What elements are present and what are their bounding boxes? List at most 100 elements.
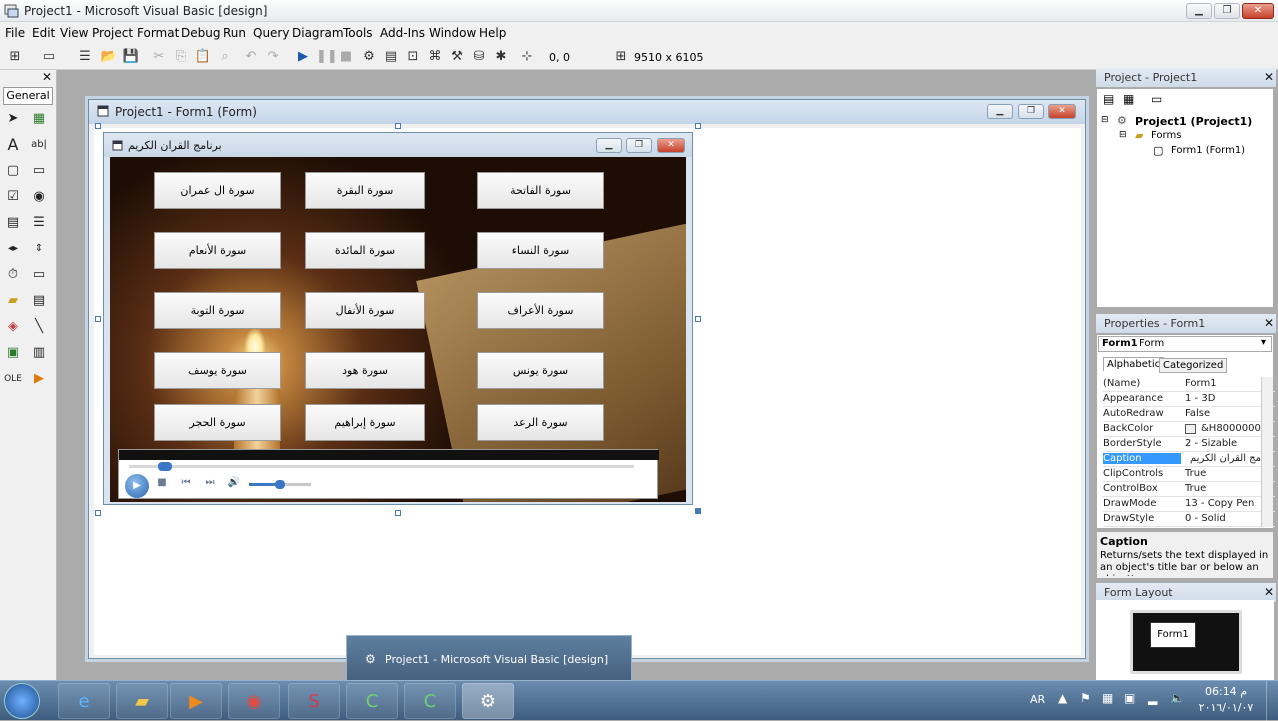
minimize-button[interactable]: ▁ [1186, 3, 1212, 19]
menu-editor-icon[interactable]: ☰ [76, 48, 94, 66]
volume-icon[interactable]: 🔊 [227, 476, 241, 490]
media-player[interactable]: ▶ ■ ⏮ ⏭ 🔊 [118, 449, 659, 499]
resize-handle[interactable] [395, 123, 401, 129]
start-button[interactable] [4, 683, 40, 719]
tab-alphabetic[interactable]: Alphabetic [1103, 357, 1165, 371]
ie-taskbar-icon[interactable]: e [58, 683, 110, 719]
property-row[interactable]: BorderStyle 2 - Sizable [1103, 437, 1275, 452]
property-row[interactable]: AutoRedraw False [1103, 407, 1275, 422]
image-tool-icon[interactable]: ▣ [2, 342, 24, 364]
menu-project[interactable]: Project [92, 26, 133, 40]
commandbutton-tool-icon[interactable]: ▭ [28, 160, 50, 182]
menu-add-ins[interactable]: Add-Ins [380, 26, 425, 40]
device-icon[interactable]: ▣ [1124, 691, 1135, 705]
hscrollbar-tool-icon[interactable]: ◂▸ [2, 238, 24, 260]
surah-button[interactable]: سورة الحجر [154, 404, 281, 441]
explorer-taskbar-icon[interactable]: ▰ [116, 683, 168, 719]
tab-categorized[interactable]: Categorized [1159, 358, 1228, 373]
timer-tool-icon[interactable]: ⏱ [2, 264, 24, 286]
tree-collapse-icon[interactable]: ⊟ [1101, 115, 1109, 125]
surah-button[interactable]: سورة الأنعام [154, 232, 281, 269]
menu-format[interactable]: Format [137, 26, 179, 40]
menu-view[interactable]: View [60, 26, 88, 40]
resize-handle[interactable] [695, 508, 701, 514]
next-icon[interactable]: ⏭ [203, 476, 217, 490]
volume-slider[interactable] [249, 480, 311, 489]
toolbox-close-icon[interactable]: ✕ [40, 70, 54, 84]
optionbutton-tool-icon[interactable]: ◉ [28, 186, 50, 208]
view-code-icon[interactable]: ▤ [1103, 92, 1114, 106]
layout-form1[interactable]: Form1 [1150, 622, 1196, 648]
seek-bar[interactable] [129, 462, 634, 471]
properties-scrollbar[interactable] [1261, 377, 1273, 527]
find-icon[interactable]: ⌕ [216, 48, 234, 66]
network-icon[interactable]: ▦ [1102, 691, 1113, 705]
close-button[interactable]: ✕ [1242, 3, 1274, 19]
listbox-tool-icon[interactable]: ☰ [28, 212, 50, 234]
redo-icon[interactable]: ↷ [264, 48, 282, 66]
property-row[interactable]: ControlBox True [1103, 482, 1275, 497]
dirlistbox-tool-icon[interactable]: ▰ [2, 290, 24, 312]
designer-minimize-button[interactable]: ▁ [987, 104, 1013, 119]
show-desktop-button[interactable] [1266, 681, 1278, 721]
action-center-icon[interactable]: ⚑ [1080, 691, 1091, 705]
surah-button[interactable]: سورة النساء [477, 232, 604, 269]
project-panel-close-icon[interactable]: ✕ [1262, 70, 1276, 84]
designer-restore-button[interactable]: ❐ [1018, 104, 1044, 119]
form-layout-icon[interactable]: ⊡ [404, 48, 422, 66]
form1-maximize-button[interactable]: ❐ [626, 138, 652, 153]
textbox-tool-icon[interactable]: ab| [28, 134, 50, 156]
add-form-icon[interactable]: ▭ [40, 48, 58, 66]
start-icon[interactable]: ▶ [294, 48, 312, 66]
resize-handle[interactable] [95, 510, 101, 516]
toolbox-tab-general[interactable]: General [3, 87, 53, 105]
view-object-icon[interactable]: ▦ [1123, 92, 1134, 106]
surah-button[interactable]: سورة إبراهيم [305, 404, 425, 441]
form-layout-close-icon[interactable]: ✕ [1262, 585, 1276, 599]
shape-tool-icon[interactable]: ◈ [2, 316, 24, 338]
surah-button[interactable]: سورة هود [305, 352, 425, 389]
combobox-tool-icon[interactable]: ▤ [2, 212, 24, 234]
checkbox-tool-icon[interactable]: ☑ [2, 186, 24, 208]
data-view-icon[interactable]: ⛁ [470, 48, 488, 66]
vb-taskbar-icon[interactable]: ⚙ [462, 683, 514, 719]
property-row[interactable]: ClipControls True [1103, 467, 1275, 482]
copy-icon[interactable]: ⎘ [172, 48, 190, 66]
media-taskbar-icon[interactable]: ▶ [170, 683, 222, 719]
surah-button[interactable]: سورة يونس [477, 352, 604, 389]
menu-help[interactable]: Help [479, 26, 506, 40]
pointer-icon[interactable]: ➤ [2, 108, 24, 130]
menu-tools[interactable]: Tools [343, 26, 373, 40]
surah-button[interactable]: سورة الرعد [477, 404, 604, 441]
object-browser-icon[interactable]: ⌘ [426, 48, 444, 66]
resize-handle[interactable] [695, 316, 701, 322]
stop-icon[interactable]: ■ [155, 476, 169, 490]
break-icon[interactable]: ❚❚ [316, 48, 338, 66]
menu-query[interactable]: Query [253, 26, 289, 40]
tree-forms-folder[interactable]: Forms [1151, 130, 1181, 141]
properties-window-icon[interactable]: ▤ [382, 48, 400, 66]
picturebox-icon[interactable]: ▦ [28, 108, 50, 130]
menu-edit[interactable]: Edit [32, 26, 55, 40]
tree-project-node[interactable]: Project1 (Project1) [1135, 115, 1252, 128]
surah-button[interactable]: سورة المائدة [305, 232, 425, 269]
form1-minimize-button[interactable]: ▁ [596, 138, 622, 153]
toggle-folders-icon[interactable]: ▭ [1151, 92, 1162, 106]
ole-tool-icon[interactable]: OLE [2, 368, 24, 390]
app-taskbar-icon[interactable]: S [288, 683, 340, 719]
property-row[interactable]: DrawStyle 0 - Solid [1103, 512, 1275, 527]
tree-form1-node[interactable]: Form1 (Form1) [1171, 145, 1245, 156]
property-row[interactable]: (Name) Form1 [1103, 377, 1275, 392]
component-manager-icon[interactable]: ✱ [492, 48, 510, 66]
designer-close-button[interactable]: ✕ [1048, 104, 1076, 119]
mediaplayer-tool-icon[interactable]: ▶ [28, 368, 50, 390]
surah-button[interactable]: سورة الأنفال [305, 292, 425, 329]
properties-panel-close-icon[interactable]: ✕ [1262, 316, 1276, 330]
property-row-selected[interactable]: Caption مج القران الكريم [1103, 452, 1275, 467]
resize-handle[interactable] [695, 123, 701, 129]
clock-time[interactable]: 06:14 م [1196, 685, 1256, 698]
surah-button[interactable]: سورة التوبة [154, 292, 281, 329]
surah-button[interactable]: سورة الفاتحة [477, 172, 604, 209]
form1-design[interactable]: برنامج القران الكريم ▁ ❐ ✕ سورة الفاتحة … [103, 132, 693, 505]
toolbox-icon[interactable]: ⚒ [448, 48, 466, 66]
